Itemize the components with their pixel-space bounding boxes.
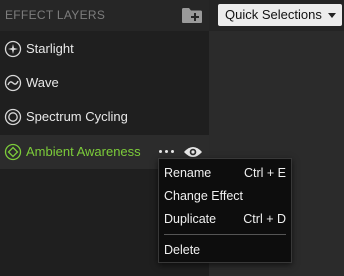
spectrum-cycling-icon xyxy=(4,108,22,126)
layer-label: Wave xyxy=(26,75,59,90)
folder-add-icon[interactable] xyxy=(181,7,203,24)
menu-separator xyxy=(164,234,286,235)
menu-item-label: Change Effect xyxy=(164,189,243,203)
chevron-down-icon xyxy=(328,13,336,18)
menu-item-delete[interactable]: Delete xyxy=(159,239,291,261)
menu-item-label: Delete xyxy=(164,243,201,257)
menu-item-change-effect[interactable]: Change Effect xyxy=(159,185,291,207)
effect-layers-header: EFFECT LAYERS xyxy=(0,0,209,31)
layer-label: Ambient Awareness xyxy=(26,144,141,159)
menu-item-shortcut: Ctrl + E xyxy=(243,166,286,180)
layer-label: Spectrum Cycling xyxy=(26,109,128,124)
menu-item-label: Duplicate xyxy=(164,212,217,226)
menu-item-label: Rename xyxy=(164,166,212,180)
ambient-awareness-icon xyxy=(4,143,22,161)
layer-label: Starlight xyxy=(26,41,74,56)
panel-title: EFFECT LAYERS xyxy=(5,8,106,22)
layer-item-wave[interactable]: Wave xyxy=(0,66,209,100)
eye-icon[interactable] xyxy=(183,145,203,159)
layer-item-starlight[interactable]: Starlight xyxy=(0,32,209,66)
menu-item-duplicate[interactable]: Duplicate Ctrl + D xyxy=(159,208,291,230)
menu-item-shortcut: Ctrl + D xyxy=(243,212,286,226)
wave-icon xyxy=(4,74,22,92)
menu-item-rename[interactable]: Rename Ctrl + E xyxy=(159,162,291,184)
quick-selections-dropdown[interactable]: Quick Selections xyxy=(218,4,342,26)
starlight-icon xyxy=(4,40,22,58)
more-options-icon[interactable] xyxy=(159,150,175,156)
layer-item-spectrum-cycling[interactable]: Spectrum Cycling xyxy=(0,100,209,134)
context-menu: Rename Ctrl + E Change Effect Duplicate … xyxy=(158,158,292,263)
quick-selections-value: Quick Selections xyxy=(225,7,322,22)
